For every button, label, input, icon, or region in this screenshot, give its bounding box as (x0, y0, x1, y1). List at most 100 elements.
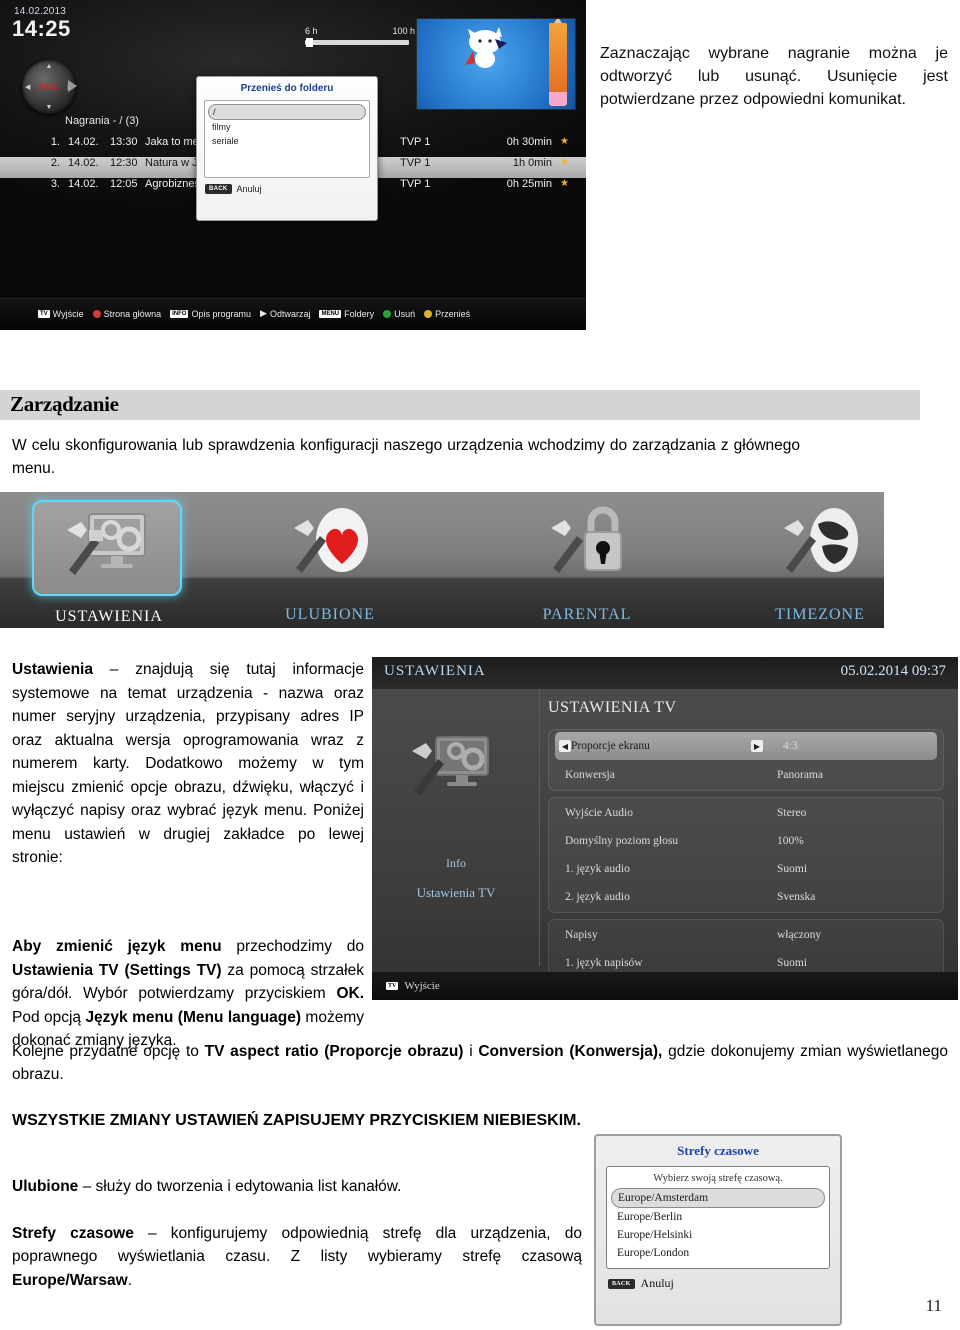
paragraph-text: – służy do tworzenia i edytowania list k… (78, 1178, 402, 1195)
settings-row-value: Svenska (777, 891, 816, 903)
toolbar-item-play[interactable]: ▶ Odtwarzaj (260, 308, 310, 319)
toolbar-item-exit[interactable]: TV Wyjście (38, 309, 84, 319)
row-duration: 0h 30min (506, 136, 552, 148)
menu-tile-timezone[interactable]: TIMEZONE (745, 500, 884, 623)
page-title: Zarządzanie (10, 392, 119, 416)
row-date: 14.02. (68, 136, 99, 148)
settings-row-value: Suomi (777, 863, 808, 875)
row-index: 2. (50, 157, 60, 169)
settings-monitor-tools-icon (412, 736, 489, 796)
pencil-icon (549, 23, 567, 106)
settings-row-key: 2. język audio (565, 891, 630, 903)
list-item[interactable]: Europe/London (611, 1244, 825, 1262)
toolbar-item-home[interactable]: Strona główna (92, 309, 161, 319)
dialog-cancel[interactable]: BACK Anuluj (205, 184, 377, 194)
menu-label-timezone: TIMEZONE (775, 606, 865, 623)
menu-key-icon: MENU (319, 309, 342, 318)
timezone-dialog-screenshot: Strefy czasowe Wybierz swoją strefę czas… (594, 1134, 842, 1326)
settings-row-key: Domyślny poziom głosu (565, 835, 679, 847)
settings-tv-screenshot: USTAWIENIA 05.02.2014 09:37 Info Ustawie… (372, 657, 958, 1000)
cancel-label: Anuluj (236, 184, 262, 194)
row-index: 1. (50, 136, 60, 148)
paragraph-change-language: Aby zmienić język menu przechodzimy do U… (12, 935, 364, 1053)
menu-tile-ustawienia[interactable]: USTAWIENIA (32, 500, 182, 625)
list-item[interactable]: Europe/Helsinki (611, 1226, 825, 1244)
paragraph-bold-conversion: Conversion (Konwersja), (478, 1043, 663, 1060)
settings-row-napisy[interactable]: Napisy włączony (549, 921, 943, 949)
list-item[interactable]: Europe/Berlin (611, 1208, 825, 1226)
warning-all-settings-blue-button: WSZYSTKIE ZMIANY USTAWIEŃ ZAPISUJEMY PRZ… (12, 1112, 581, 1129)
toolbar-label: Foldery (344, 308, 375, 319)
toolbar-label: Odtwarzaj (269, 308, 311, 319)
page-number: 11 (925, 1296, 942, 1315)
globe-tools-icon (784, 508, 858, 573)
settings-row-jezyk-audio-2[interactable]: 2. język audio Svenska (549, 883, 943, 911)
timezone-cancel[interactable]: BACK Anuluj (596, 1269, 840, 1291)
green-button-icon (383, 309, 392, 318)
settings-group-audio: Wyjście Audio Stereo Domyślny poziom gło… (548, 797, 944, 913)
row-channel: TVP 1 (400, 157, 431, 169)
menu-tile-parental[interactable]: PARENTAL (512, 500, 662, 623)
settings-footer-label: Wyjście (404, 980, 440, 992)
tv-key-icon: TV (38, 309, 50, 318)
settings-left-rail: Info Ustawienia TV (372, 689, 540, 966)
menu-tile-ulubione[interactable]: ULUBIONE (255, 500, 405, 623)
toolbar-item-folders[interactable]: MENU Foldery (319, 309, 374, 319)
settings-row-value: Stereo (777, 807, 807, 819)
row-name: Natura w Je (145, 157, 204, 169)
settings-header: USTAWIENIA 05.02.2014 09:37 (372, 657, 958, 689)
hdd-capacity-bar (305, 40, 409, 45)
settings-row-key: Konwersja (565, 769, 615, 781)
row-duration: 0h 25min (506, 178, 552, 190)
toolbar-item-move[interactable]: Przenieś (424, 309, 470, 319)
toolbar-label: Opis programu (191, 308, 252, 319)
paragraph-bold-menu-language: Język menu (Menu language) (85, 1008, 302, 1026)
tv-key-icon: TV (386, 982, 399, 990)
list-item[interactable]: Europe/Amsterdam (611, 1188, 825, 1208)
settings-tab-info[interactable]: Info (372, 856, 540, 871)
list-item[interactable]: filmy (208, 120, 366, 134)
settings-row-value: włączony (777, 929, 822, 941)
settings-row-konwersja[interactable]: Konwersja Panorama (549, 761, 943, 789)
row-date: 14.02. (68, 157, 99, 169)
paragraph-aspect-ratio: Kolejne przydatne opcję to TV aspect rat… (12, 1040, 948, 1087)
settings-row-poziom-glosu[interactable]: Domyślny poziom głosu 100% (549, 827, 943, 855)
top-figure-block: 14.02.2013 14:25 ▲ ▼ ◀ ▶ REC 6 h 100 h N… (0, 0, 960, 332)
settings-header-datetime: 05.02.2014 09:37 (840, 663, 946, 679)
yellow-button-icon (424, 309, 433, 318)
rec-icon: REC (39, 82, 59, 92)
settings-row-key: 1. język napisów (565, 957, 643, 969)
paragraph-text: Pod opcją (12, 1008, 86, 1026)
chevron-right-icon[interactable]: ▶ (751, 740, 763, 752)
menu-label-ustawienia: USTAWIENIA (55, 608, 163, 625)
list-item[interactable]: seriale (208, 134, 366, 148)
settings-row-key: Wyjście Audio (565, 807, 633, 819)
hdd-capacity-knob (306, 38, 313, 47)
list-item[interactable]: / (208, 104, 366, 120)
paragraph-text: Kolejne przydatne opcję to (12, 1043, 205, 1060)
toolbar-label: Usuń (394, 308, 416, 319)
settings-tab-ustawienia-tv[interactable]: Ustawienia TV (372, 885, 540, 901)
heart-tools-icon (294, 508, 368, 573)
dpad-left-arrow-icon: ◀ (25, 84, 31, 91)
paragraph-lead-aby-zmienic: Aby zmienić język menu (12, 938, 222, 955)
paragraph-bold-europe-warsaw: Europe/Warsaw (12, 1271, 128, 1289)
settings-row-proporcje-ekranu[interactable]: ◀ Proporcje ekranu ▶ 4:3 (555, 732, 937, 760)
row-time: 13:30 (110, 136, 138, 148)
settings-header-title: USTAWIENIA (384, 663, 486, 679)
red-button-icon (92, 309, 101, 318)
toolbar-item-info[interactable]: INFO Opis programu (170, 309, 251, 319)
settings-panel-title: USTAWIENIA TV (548, 699, 677, 716)
paragraph-text: przechodzimy do (221, 938, 364, 955)
paragraph-body: – znajdują się tutaj informacje systemow… (12, 661, 364, 867)
toolbar-item-delete[interactable]: Usuń (383, 309, 415, 319)
paragraph-ulubione: Ulubione – służy do tworzenia i edytowan… (12, 1175, 572, 1198)
folder-list[interactable]: / filmy seriale (204, 100, 370, 178)
chevron-left-icon[interactable]: ◀ (559, 740, 571, 752)
info-key-icon: INFO (170, 309, 189, 318)
timezone-list[interactable]: Wybierz swoją strefę czasową. Europe/Ams… (606, 1166, 830, 1269)
settings-row-jezyk-audio-1[interactable]: 1. język audio Suomi (549, 855, 943, 883)
settings-row-wyjscie-audio[interactable]: Wyjście Audio Stereo (549, 799, 943, 827)
row-channel: TVP 1 (400, 136, 431, 148)
row-date: 14.02. (68, 178, 99, 190)
